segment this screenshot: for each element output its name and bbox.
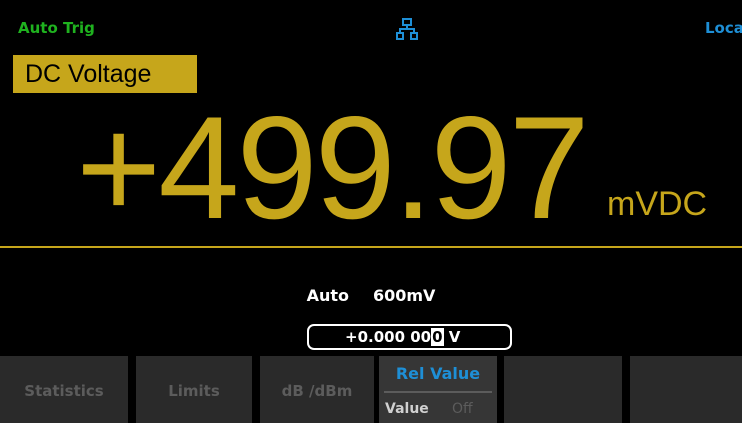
rel-value-input[interactable]: +0.000 000 V <box>307 324 512 350</box>
remote-local-status: Local <box>705 19 742 37</box>
rel-value-digits: +0.000 00 <box>345 328 432 346</box>
rel-value-option: Value <box>385 401 429 417</box>
rel-value-softkey[interactable]: Rel Value Value Off <box>379 356 497 423</box>
softkey-bar: Statistics Limits dB /dBm Rel Value Valu… <box>0 356 742 423</box>
range-indicator: Auto 600mV <box>0 286 742 305</box>
rel-value-unit: V <box>448 328 461 346</box>
softkey-5[interactable] <box>504 356 622 423</box>
reading-unit: mVDC <box>607 185 708 223</box>
range-mode: Auto <box>306 286 349 305</box>
rel-off-option: Off <box>452 401 473 417</box>
limits-label: Limits <box>168 382 220 400</box>
trigger-status: Auto Trig <box>18 19 95 37</box>
statistics-label: Statistics <box>24 382 104 400</box>
divider <box>0 246 742 248</box>
rel-value-divider <box>384 391 492 393</box>
digit-cursor: 0 <box>431 328 444 346</box>
db-dbm-softkey[interactable]: dB /dBm <box>260 356 374 423</box>
status-bar: Auto Trig Local <box>0 0 742 40</box>
rel-value-title: Rel Value <box>395 364 481 383</box>
main-reading: +499.97 <box>76 86 590 249</box>
range-value: 600mV <box>372 286 436 305</box>
softkey-6[interactable] <box>630 356 742 423</box>
network-icon <box>396 18 418 40</box>
statistics-softkey[interactable]: Statistics <box>0 356 128 423</box>
db-dbm-label: dB /dBm <box>281 382 353 400</box>
limits-softkey[interactable]: Limits <box>136 356 252 423</box>
